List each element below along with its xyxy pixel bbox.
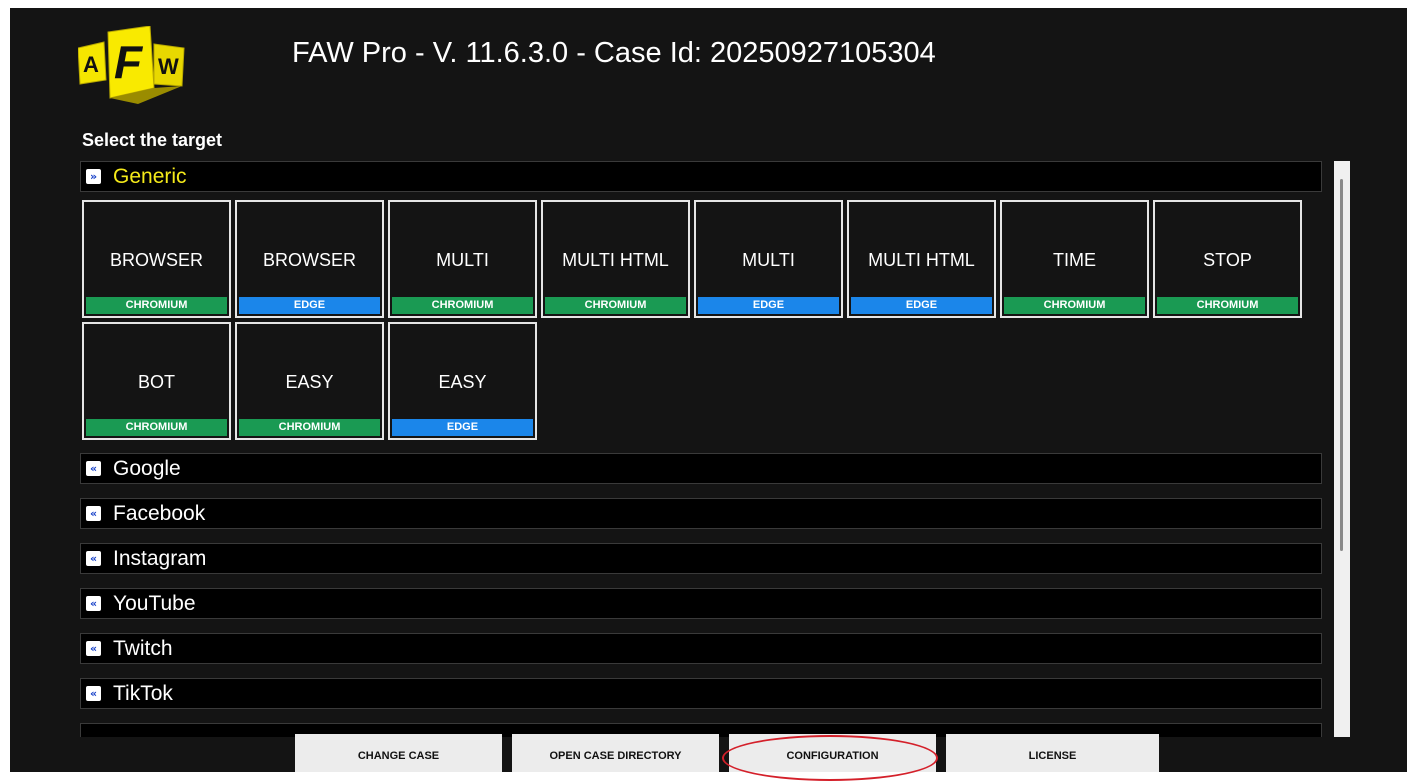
section-label: Facebook: [113, 501, 206, 525]
tile-multi-chromium[interactable]: MULTI CHROMIUM: [388, 200, 537, 318]
tile-name: MULTI: [436, 250, 489, 270]
tile-name: BROWSER: [262, 250, 356, 270]
chevron-double-down-icon: »: [86, 169, 101, 184]
engine-badge: CHROMIUM: [545, 297, 686, 314]
tile-time-chromium[interactable]: TIME CHROMIUM: [1000, 200, 1149, 318]
engine-badge: EDGE: [698, 297, 839, 314]
section-label: Generic: [113, 164, 187, 188]
engine-badge: CHROMIUM: [392, 297, 533, 314]
chevron-double-up-icon: «: [86, 596, 101, 611]
tile-name: BOT: [137, 372, 175, 392]
tile-browser-chromium[interactable]: BROWSER CHROMIUM: [82, 200, 231, 318]
tile-name: BROWSER: [109, 250, 203, 270]
section-header-google[interactable]: « Google: [80, 453, 1322, 484]
engine-badge: EDGE: [392, 419, 533, 436]
section-label: Twitch: [113, 636, 173, 660]
chevron-double-up-icon: «: [86, 641, 101, 656]
vertical-scrollbar[interactable]: [1334, 161, 1350, 737]
section-header-generic[interactable]: » Generic: [80, 161, 1322, 192]
section-label: Google: [113, 456, 181, 480]
tile-name: EASY: [285, 372, 334, 392]
tile-name: MULTI: [742, 250, 795, 270]
select-target-label: Select the target: [82, 130, 223, 150]
tile-name: MULTI HTML: [562, 250, 669, 270]
tile-name: MULTI HTML: [868, 250, 975, 270]
engine-badge: CHROMIUM: [86, 297, 227, 314]
faw-logo: A F W: [78, 26, 185, 104]
section-header-instagram[interactable]: « Instagram: [80, 543, 1322, 574]
configuration-button[interactable]: CONFIGURATION: [729, 734, 936, 772]
change-case-button[interactable]: CHANGE CASE: [295, 734, 502, 772]
engine-badge: CHROMIUM: [1157, 297, 1298, 314]
section-label: Instagram: [113, 546, 207, 570]
section-header-facebook[interactable]: « Facebook: [80, 498, 1322, 529]
tile-multi-html-chromium[interactable]: MULTI HTML CHROMIUM: [541, 200, 690, 318]
logo-letter-w: W: [158, 54, 179, 79]
chevron-double-up-icon: «: [86, 551, 101, 566]
app-window: A F W FAW Pro - V. 11.6.3.0 - Case Id: 2…: [10, 8, 1407, 772]
tile-easy-chromium[interactable]: EASY CHROMIUM: [235, 322, 384, 440]
tile-name: EASY: [438, 372, 487, 392]
chevron-double-up-icon: «: [86, 506, 101, 521]
engine-badge: CHROMIUM: [86, 419, 227, 436]
target-list: » Generic BROWSER CHROMIUM BROWSER EDGE …: [80, 161, 1322, 737]
engine-badge: EDGE: [851, 297, 992, 314]
tile-multi-edge[interactable]: MULTI EDGE: [694, 200, 843, 318]
section-header-youtube[interactable]: « YouTube: [80, 588, 1322, 619]
engine-badge: EDGE: [239, 297, 380, 314]
app-title: FAW Pro - V. 11.6.3.0 - Case Id: 2025092…: [292, 37, 936, 69]
open-case-directory-button[interactable]: OPEN CASE DIRECTORY: [512, 734, 719, 772]
tile-name: STOP: [1203, 250, 1252, 270]
section-header-twitch[interactable]: « Twitch: [80, 633, 1322, 664]
tile-browser-edge[interactable]: BROWSER EDGE: [235, 200, 384, 318]
section-header-tiktok[interactable]: « TikTok: [80, 678, 1322, 709]
logo-letter-a: A: [83, 52, 99, 77]
engine-badge: CHROMIUM: [239, 419, 380, 436]
chevron-double-up-icon: «: [86, 686, 101, 701]
section-label: YouTube: [113, 591, 196, 615]
logo-letter-f: F: [114, 36, 144, 88]
license-button[interactable]: LICENSE: [946, 734, 1159, 772]
scrollbar-thumb[interactable]: [1340, 179, 1343, 551]
tile-easy-edge[interactable]: EASY EDGE: [388, 322, 537, 440]
tile-multi-html-edge[interactable]: MULTI HTML EDGE: [847, 200, 996, 318]
tile-bot-chromium[interactable]: BOT CHROMIUM: [82, 322, 231, 440]
engine-badge: CHROMIUM: [1004, 297, 1145, 314]
chevron-double-up-icon: «: [86, 461, 101, 476]
generic-tiles: BROWSER CHROMIUM BROWSER EDGE MULTI CHRO…: [82, 200, 1322, 440]
tile-name: TIME: [1053, 250, 1096, 270]
tile-stop-chromium[interactable]: STOP CHROMIUM: [1153, 200, 1302, 318]
section-label: TikTok: [113, 681, 173, 705]
